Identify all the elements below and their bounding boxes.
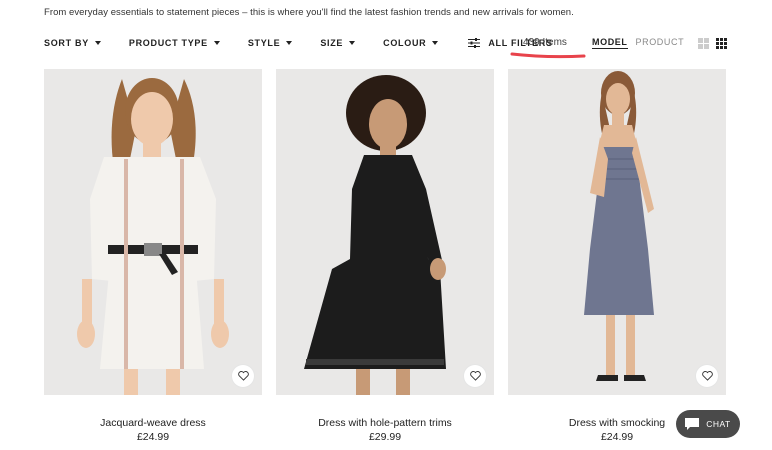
filter-label: SIZE bbox=[320, 38, 344, 48]
caret-down-icon bbox=[432, 41, 439, 45]
product-type-dropdown[interactable]: PRODUCT TYPE bbox=[129, 38, 220, 48]
product-grid: Jacquard-weave dress £24.99 Dress with h… bbox=[44, 69, 726, 443]
product-name[interactable]: Dress with hole-pattern trims bbox=[276, 417, 494, 429]
heart-icon bbox=[469, 371, 481, 381]
product-view-option[interactable]: PRODUCT bbox=[636, 37, 685, 49]
product-image[interactable] bbox=[508, 69, 726, 395]
three-column-grid-icon[interactable] bbox=[716, 38, 727, 49]
caret-down-icon bbox=[349, 41, 356, 45]
product-image[interactable] bbox=[44, 69, 262, 395]
sliders-icon bbox=[468, 38, 481, 48]
favorite-button[interactable] bbox=[696, 365, 718, 387]
chat-bubble-icon bbox=[685, 418, 700, 430]
item-count: 439 Items bbox=[523, 37, 567, 48]
colour-dropdown[interactable]: COLOUR bbox=[383, 38, 439, 48]
product-card[interactable]: Jacquard-weave dress £24.99 bbox=[44, 69, 262, 443]
caret-down-icon bbox=[94, 41, 101, 45]
filter-label: PRODUCT TYPE bbox=[128, 38, 208, 48]
model-smocked-dress-illustration bbox=[584, 71, 654, 381]
red-underline-annotation bbox=[510, 52, 586, 59]
filter-label: STYLE bbox=[247, 38, 281, 48]
heart-icon bbox=[701, 371, 713, 381]
favorite-button[interactable] bbox=[232, 365, 254, 387]
model-view-option[interactable]: MODEL bbox=[592, 37, 628, 49]
model-black-dress-illustration bbox=[304, 75, 446, 395]
filter-label: SORT BY bbox=[44, 38, 89, 48]
caret-down-icon bbox=[213, 41, 220, 45]
product-image[interactable] bbox=[276, 69, 494, 395]
sort-by-dropdown[interactable]: SORT BY bbox=[44, 38, 101, 48]
chat-button[interactable]: CHAT bbox=[676, 410, 740, 438]
style-dropdown[interactable]: STYLE bbox=[248, 38, 293, 48]
product-price: £24.99 bbox=[136, 431, 170, 443]
two-column-grid-icon[interactable] bbox=[698, 38, 709, 49]
product-name[interactable]: Jacquard-weave dress bbox=[44, 417, 262, 429]
caret-down-icon bbox=[286, 41, 293, 45]
intro-text: From everyday essentials to statement pi… bbox=[44, 7, 574, 18]
product-price: £29.99 bbox=[368, 431, 402, 443]
grid-layout-toggle bbox=[698, 38, 727, 49]
product-card[interactable]: Dress with hole-pattern trims £29.99 bbox=[276, 69, 494, 443]
model-white-dress-illustration bbox=[77, 78, 229, 395]
size-dropdown[interactable]: SIZE bbox=[320, 38, 356, 48]
chat-label: CHAT bbox=[706, 419, 731, 429]
filter-label: COLOUR bbox=[383, 38, 427, 48]
product-card[interactable]: Dress with smocking £24.99 bbox=[508, 69, 726, 443]
view-toggle: MODEL PRODUCT bbox=[592, 37, 692, 49]
favorite-button[interactable] bbox=[464, 365, 486, 387]
heart-icon bbox=[237, 371, 249, 381]
